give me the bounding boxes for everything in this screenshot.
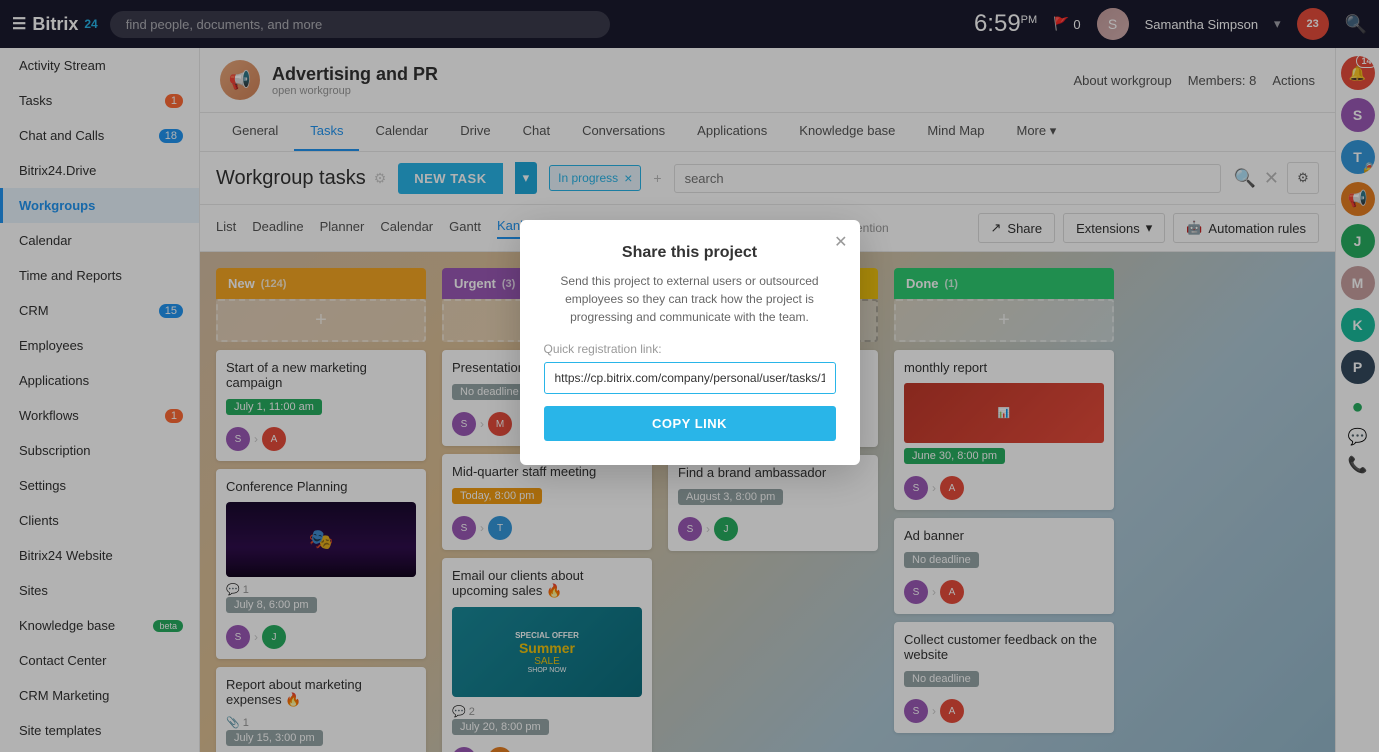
- modal-link-input[interactable]: [544, 362, 836, 394]
- modal-title: Share this project: [544, 244, 836, 262]
- share-modal: ✕ Share this project Send this project t…: [520, 220, 860, 465]
- modal-link-label: Quick registration link:: [544, 342, 836, 356]
- share-modal-overlay[interactable]: ✕ Share this project Send this project t…: [0, 0, 1379, 752]
- modal-close-button[interactable]: ✕: [834, 232, 847, 252]
- modal-description: Send this project to external users or o…: [544, 272, 836, 326]
- copy-link-button[interactable]: COPY LINK: [544, 406, 836, 441]
